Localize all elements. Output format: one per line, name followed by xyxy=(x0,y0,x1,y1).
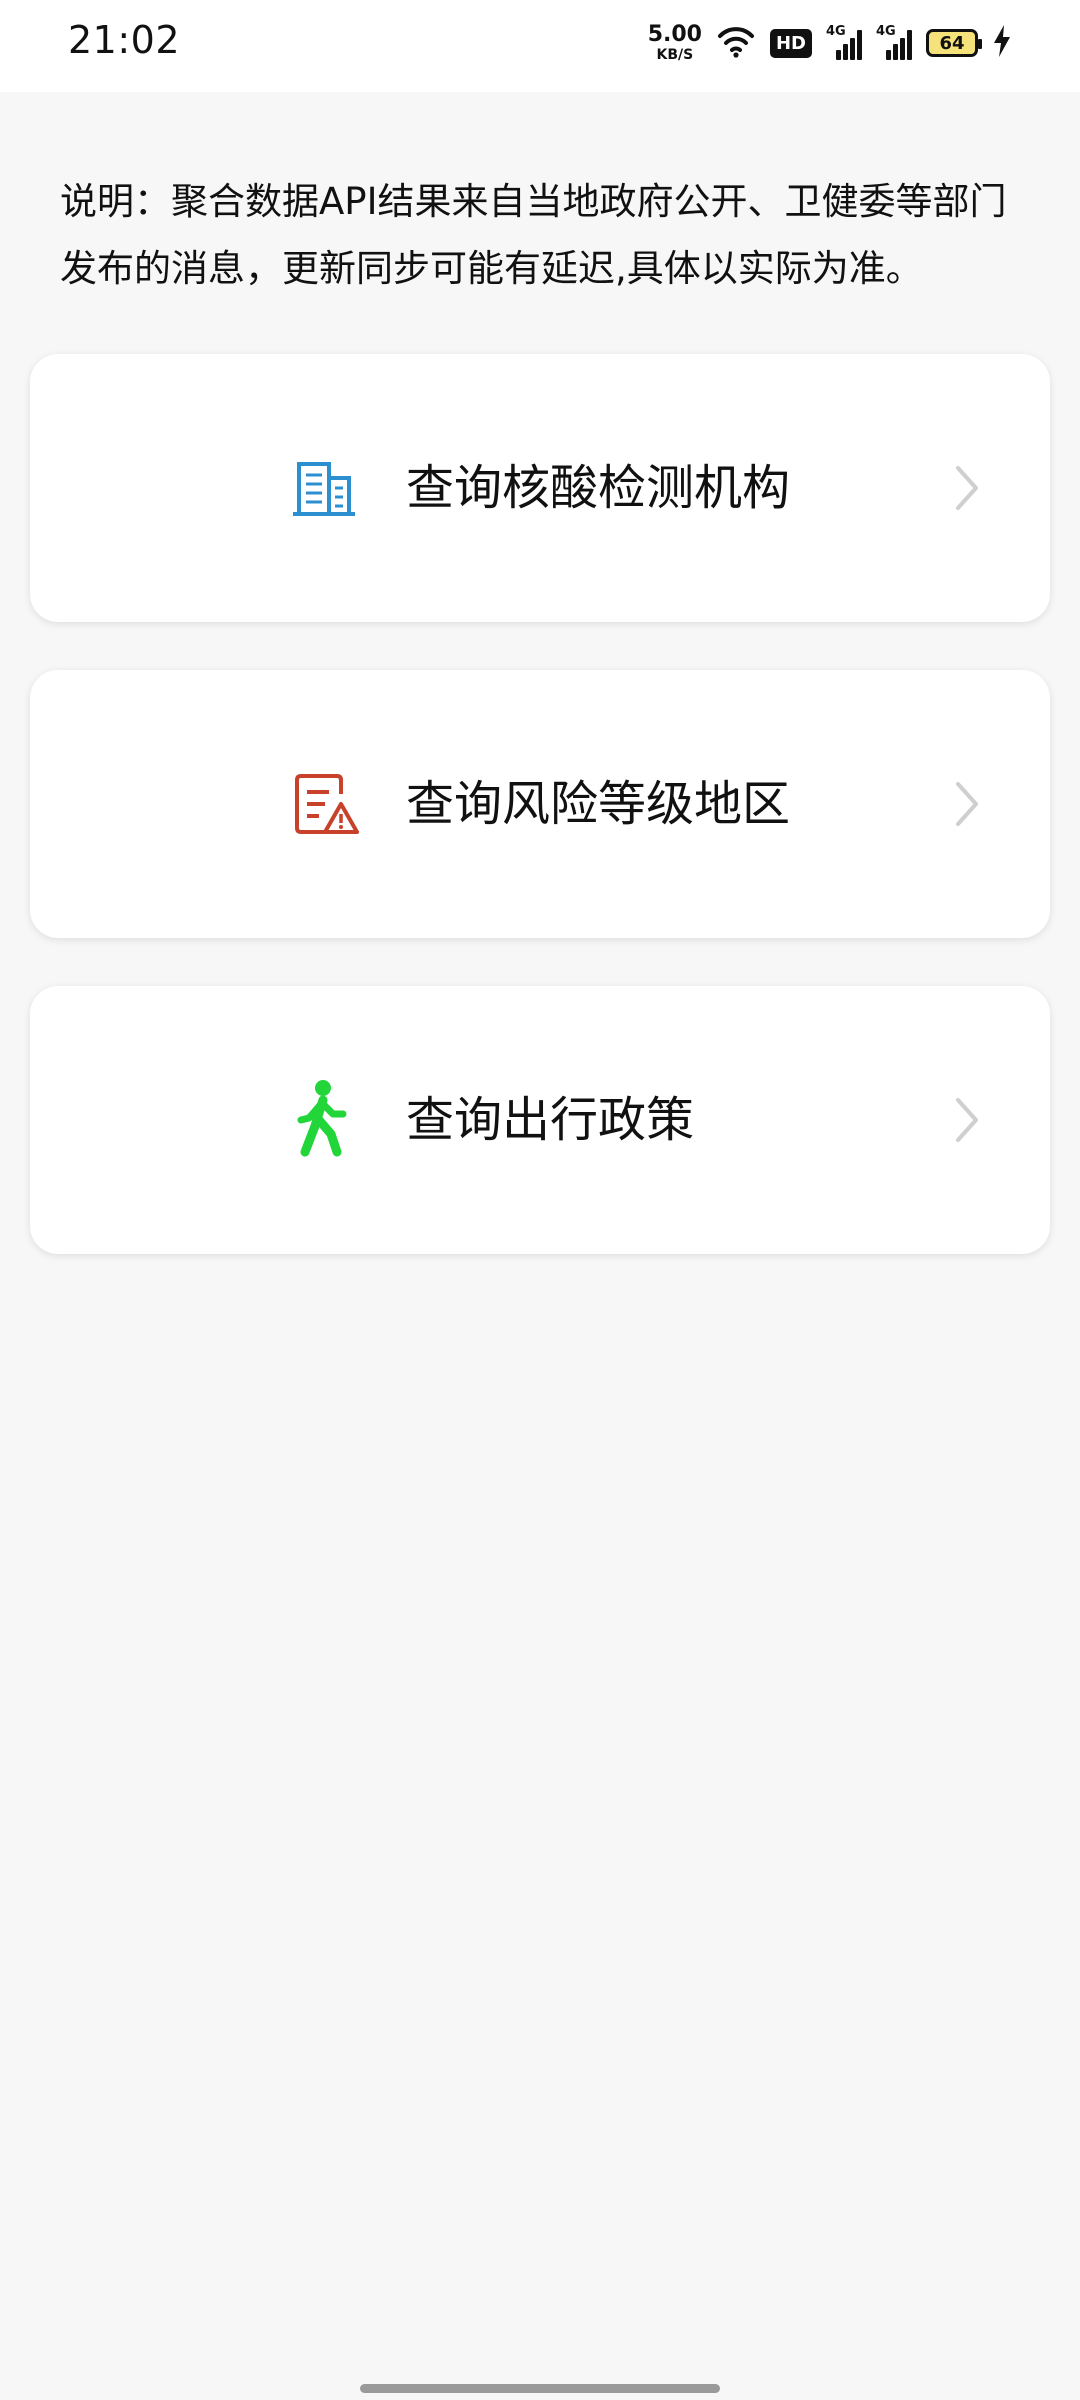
network-speed-unit: KB/S xyxy=(656,47,694,63)
building-icon xyxy=(285,448,365,528)
status-bar: 21:02 5.00 KB/S HD 4G 4G 64 xyxy=(0,0,1080,92)
sim1-label: 4G xyxy=(826,24,846,39)
battery-icon: 64 xyxy=(926,29,982,57)
network-speed-value: 5.00 xyxy=(647,22,702,47)
hd-icon: HD xyxy=(769,28,812,58)
risk-level-areas-item[interactable]: 查询风险等级地区 xyxy=(30,670,1050,938)
signal-icon: 4G xyxy=(876,24,912,60)
charging-icon xyxy=(992,24,1012,62)
chevron-right-icon xyxy=(940,778,992,830)
menu-item-label: 查询风险等级地区 xyxy=(406,776,791,832)
walking-person-icon xyxy=(285,1080,365,1160)
home-indicator[interactable] xyxy=(360,2384,720,2393)
signal-icon: 4G xyxy=(826,24,862,60)
chevron-right-icon xyxy=(940,1094,992,1146)
menu-item-label: 查询核酸检测机构 xyxy=(406,460,791,516)
disclaimer-note: 说明：聚合数据API结果来自当地政府公开、卫健委等部门发布的消息，更新同步可能有… xyxy=(60,180,1007,290)
network-speed: 5.00 KB/S xyxy=(647,22,702,63)
risk-document-icon xyxy=(285,764,365,844)
status-time: 21:02 xyxy=(68,18,181,62)
status-icons: 5.00 KB/S HD 4G 4G 64 xyxy=(648,20,1012,66)
sim2-label: 4G xyxy=(876,24,896,39)
battery-level: 64 xyxy=(939,32,965,54)
wifi-icon xyxy=(716,24,756,62)
travel-policy-item[interactable]: 查询出行政策 xyxy=(30,986,1050,1254)
nucleic-test-institutions-item[interactable]: 查询核酸检测机构 xyxy=(30,354,1050,622)
menu-item-label: 查询出行政策 xyxy=(406,1092,695,1148)
chevron-right-icon xyxy=(940,462,992,514)
